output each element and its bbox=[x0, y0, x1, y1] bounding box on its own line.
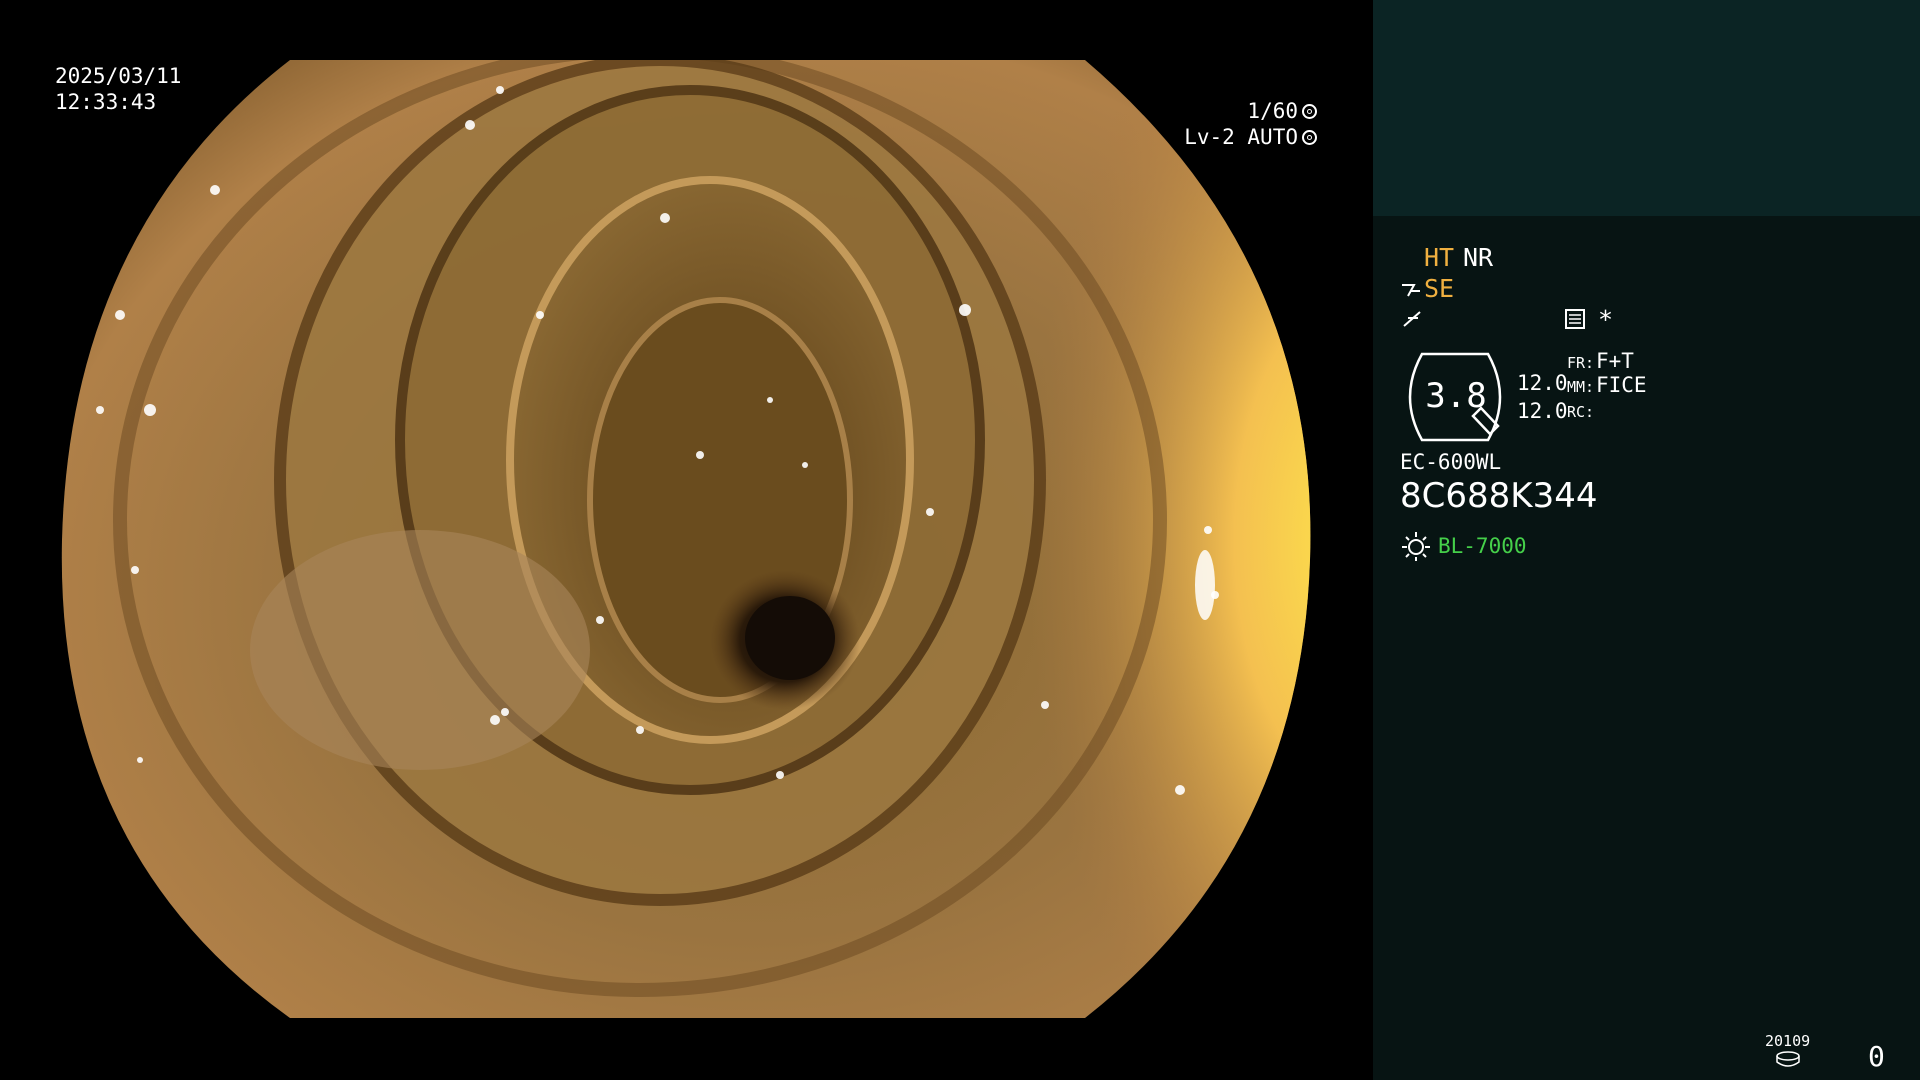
contrast-icon bbox=[1403, 311, 1421, 327]
shutter-speed-text: 1/60 bbox=[1247, 99, 1298, 123]
zoom-value-top: 12.0 bbox=[1517, 371, 1568, 395]
nr-label: NR bbox=[1463, 243, 1494, 272]
scope-model: EC-600WL bbox=[1400, 450, 1502, 474]
panel-header-area bbox=[1373, 0, 1920, 216]
asterisk-icon: * bbox=[1598, 305, 1614, 334]
fr-label: FR: bbox=[1567, 354, 1595, 372]
structure-enhance-icon bbox=[1402, 284, 1420, 297]
aperture-icon bbox=[1302, 103, 1317, 119]
se-label: SE bbox=[1424, 274, 1455, 303]
zoom-value-bottom: 12.0 bbox=[1517, 399, 1568, 423]
rc-label: RC: bbox=[1567, 403, 1595, 421]
exposure-readout: 1/60 Lv-2 AUTO bbox=[1184, 98, 1317, 150]
date-text: 2025/03/11 bbox=[55, 64, 182, 88]
ht-label: HT bbox=[1424, 243, 1455, 272]
light-source-icon bbox=[1402, 532, 1430, 561]
mm-label: MM: bbox=[1567, 378, 1595, 396]
settings-list-icon bbox=[1565, 309, 1585, 329]
date-time-readout: 2025/03/11 12:33:43 bbox=[55, 63, 181, 115]
time-text: 12:33:43 bbox=[55, 90, 157, 114]
iris-icon bbox=[1302, 129, 1317, 145]
scope-serial: 8C688K344 bbox=[1400, 476, 1598, 516]
endoscope-view: 2025/03/11 12:33:43 1/60 Lv-2 AUTO bbox=[0, 0, 1372, 1080]
fr-value: F+T bbox=[1596, 349, 1634, 373]
endoscopic-image bbox=[61, 60, 1311, 1018]
iris-mode-text: Lv-2 AUTO bbox=[1184, 125, 1298, 149]
storage-disk-icon bbox=[1776, 1051, 1800, 1067]
mm-value: FICE bbox=[1596, 373, 1647, 397]
light-source-label: BL-7000 bbox=[1438, 534, 1527, 558]
zoom-value: 3.8 bbox=[1425, 376, 1487, 416]
counter-code: 20109 bbox=[1765, 1032, 1811, 1050]
counter-value: 0 bbox=[1868, 1040, 1885, 1073]
